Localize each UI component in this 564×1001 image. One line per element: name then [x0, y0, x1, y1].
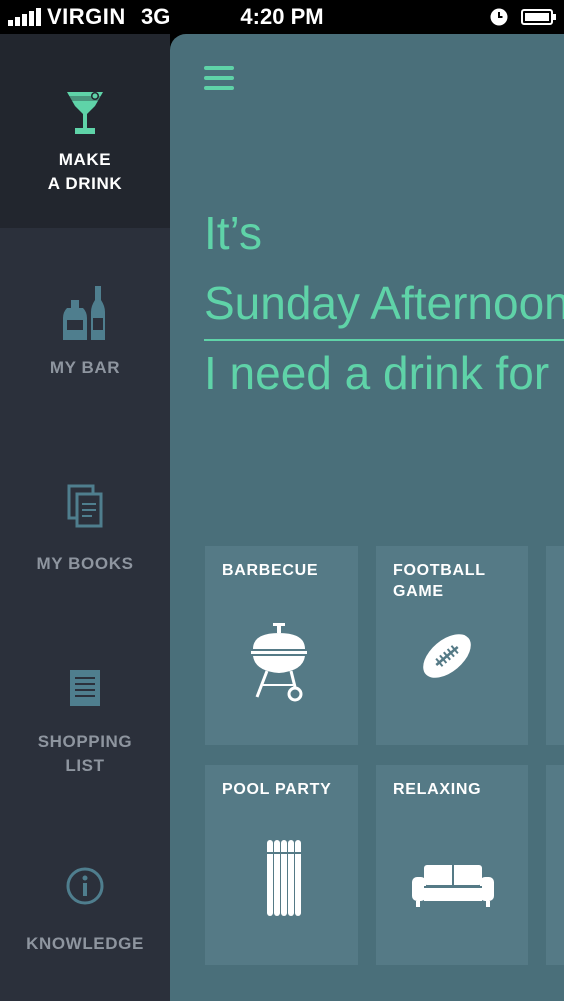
books-icon [67, 484, 103, 528]
football-icon [423, 634, 471, 678]
list-icon [70, 670, 100, 706]
cocktail-glass-icon [67, 92, 103, 134]
occasion-prompt: I need a drink for [204, 347, 550, 399]
status-bar: VIRGIN 3G 4:20 PM [0, 0, 564, 34]
occasion-tile-barbecue[interactable]: BARBECUE [205, 546, 358, 745]
pool-float-icon [266, 840, 302, 916]
occasion-tile-football-game[interactable]: FOOTBALL GAME [376, 546, 528, 745]
headline-intro: It’s [204, 207, 262, 259]
sidebar-item-shopping-list[interactable]: SHOPPING LIST [0, 668, 170, 798]
sidebar-item-my-bar[interactable]: MY BAR [0, 284, 170, 394]
battery-icon [521, 9, 556, 25]
occasion-tile-offscreen[interactable] [546, 546, 564, 745]
time-selector[interactable]: Sunday Afternoon [204, 276, 564, 330]
sidebar: MAKE A DRINK MY BAR MY BOOKS SHOPPING LI… [0, 34, 170, 1001]
occasion-tile-offscreen[interactable] [546, 765, 564, 965]
hamburger-icon[interactable] [204, 66, 236, 94]
main-panel: It’s Sunday Afternoon I need a drink for… [170, 34, 564, 1001]
sidebar-item-make-a-drink[interactable]: MAKE A DRINK [0, 34, 170, 228]
sidebar-item-label: MY BOOKS [36, 554, 134, 573]
alarm-clock-icon [490, 8, 508, 26]
sidebar-item-label: KNOWLEDGE [26, 934, 144, 953]
sofa-icon [412, 865, 494, 907]
tile-label: FOOTBALL GAME [393, 562, 486, 600]
tile-label: POOL PARTY [222, 781, 332, 798]
sidebar-item-label: SHOPPING LIST [37, 732, 133, 775]
grill-icon [251, 623, 307, 702]
tile-label: RELAXING [393, 781, 482, 798]
status-time: 4:20 PM [240, 4, 324, 29]
occasion-tile-pool-party[interactable]: POOL PARTY [205, 765, 358, 965]
sidebar-item-my-books[interactable]: MY BOOKS [0, 482, 170, 592]
sidebar-item-label: MAKE A DRINK [47, 150, 123, 193]
sidebar-item-knowledge[interactable]: KNOWLEDGE [0, 866, 170, 966]
occasion-tile-relaxing[interactable]: RELAXING [376, 765, 528, 965]
tile-label: BARBECUE [222, 562, 319, 579]
info-icon [66, 867, 104, 905]
bottles-icon [63, 286, 105, 340]
sidebar-item-label: MY BAR [49, 358, 121, 377]
selector-underline [204, 339, 564, 341]
